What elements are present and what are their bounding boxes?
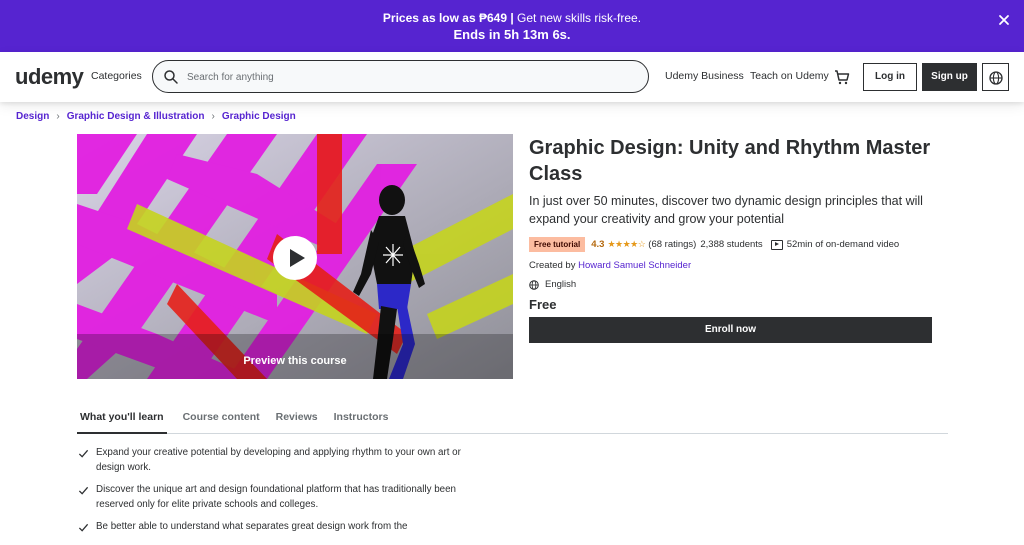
learn-item-text: Discover the unique art and design found… bbox=[96, 484, 456, 510]
signup-button[interactable]: Sign up bbox=[922, 63, 977, 91]
video-length: 52min of on-demand video bbox=[786, 239, 900, 250]
language-label: English bbox=[545, 279, 577, 290]
cart-icon[interactable] bbox=[833, 68, 851, 86]
login-button[interactable]: Log in bbox=[863, 63, 917, 91]
check-icon bbox=[78, 482, 96, 512]
search-input[interactable] bbox=[187, 68, 627, 86]
breadcrumb-graphic-design[interactable]: Graphic Design bbox=[222, 111, 296, 122]
tab-what-youll-learn[interactable]: What you'll learn bbox=[77, 403, 167, 434]
free-tutorial-badge: Free tutorial bbox=[529, 237, 586, 252]
created-by: Created by Howard Samuel Schneider bbox=[529, 260, 691, 271]
star-rating-icon: ★★★★☆ bbox=[607, 239, 646, 249]
list-item: Discover the unique art and design found… bbox=[78, 482, 488, 512]
search-icon[interactable] bbox=[163, 69, 179, 85]
breadcrumb: Design › Graphic Design & Illustration ›… bbox=[16, 111, 296, 122]
tab-course-content[interactable]: Course content bbox=[183, 403, 260, 434]
students-count: 2,388 students bbox=[700, 239, 763, 250]
list-item: Be better able to understand what separa… bbox=[78, 519, 488, 538]
preview-label[interactable]: Preview this course bbox=[77, 355, 513, 367]
video-icon bbox=[770, 239, 783, 250]
list-item: Expand your creative potential by develo… bbox=[78, 445, 488, 475]
created-by-label: Created by bbox=[529, 260, 579, 271]
course-title: Graphic Design: Unity and Rhythm Master … bbox=[529, 137, 931, 185]
rating-value: 4.3 bbox=[591, 239, 605, 250]
ratings-count[interactable]: (68 ratings) bbox=[648, 239, 696, 250]
course-tabs: What you'll learn Course content Reviews… bbox=[77, 403, 948, 434]
learn-item-text: Expand your creative potential by develo… bbox=[96, 447, 461, 473]
tab-instructors[interactable]: Instructors bbox=[334, 403, 389, 434]
promo-banner: Prices as low as ₱649 | Get new skills r… bbox=[0, 0, 1024, 52]
close-icon[interactable] bbox=[996, 12, 1012, 28]
enroll-now-button[interactable]: Enroll now bbox=[529, 317, 932, 343]
course-subtitle: In just over 50 minutes, discover two dy… bbox=[529, 194, 923, 226]
categories-menu[interactable]: Categories bbox=[91, 70, 142, 82]
promo-text: Prices as low as ₱649 | Get new skills r… bbox=[382, 11, 642, 25]
breadcrumb-design[interactable]: Design bbox=[16, 111, 49, 122]
breadcrumb-graphic-design-illustration[interactable]: Graphic Design & Illustration bbox=[67, 111, 205, 122]
globe-icon bbox=[529, 279, 539, 290]
chevron-right-icon: › bbox=[56, 111, 60, 122]
search-bar[interactable] bbox=[152, 60, 649, 93]
chevron-right-icon: › bbox=[211, 111, 215, 122]
udemy-business-link[interactable]: Udemy Business bbox=[665, 70, 744, 82]
udemy-logo[interactable]: udemy bbox=[15, 64, 84, 90]
teach-on-udemy-link[interactable]: Teach on Udemy bbox=[750, 70, 829, 82]
top-header: udemy Categories Udemy Business Teach on… bbox=[0, 52, 1024, 102]
course-meta: Free tutorial 4.3 ★★★★☆ (68 ratings) 2,3… bbox=[529, 237, 899, 252]
course-language: English bbox=[529, 279, 576, 290]
learn-item-text: Be better able to understand what separa… bbox=[96, 521, 408, 532]
promo-countdown: Ends in 5h 13m 6s. bbox=[453, 27, 571, 42]
instructor-link[interactable]: Howard Samuel Schneider bbox=[578, 260, 691, 271]
play-button[interactable] bbox=[273, 236, 317, 280]
globe-icon bbox=[989, 71, 1003, 85]
language-button[interactable] bbox=[982, 63, 1009, 91]
price: Free bbox=[529, 297, 557, 312]
what-youll-learn-list: Expand your creative potential by develo… bbox=[78, 445, 488, 545]
check-icon bbox=[78, 519, 96, 538]
check-icon bbox=[78, 445, 96, 475]
tab-reviews[interactable]: Reviews bbox=[276, 403, 318, 434]
